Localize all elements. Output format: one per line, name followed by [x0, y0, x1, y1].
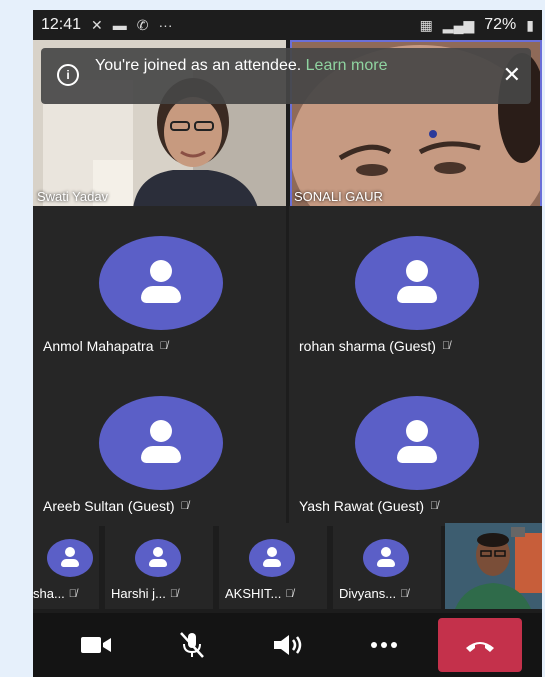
camera-icon	[81, 637, 111, 653]
status-time: 12:41	[41, 16, 82, 33]
speaker-icon	[274, 635, 302, 655]
participant-strip[interactable]: sha... 🎙̸ Harshi j... 🎙̸ AKSHIT... 🎙̸ Di…	[33, 523, 542, 609]
notice-text: You're joined as an attendee. Learn more	[95, 56, 495, 76]
participant-name-row: Areeb Sultan (Guest) 🎙̸	[43, 498, 189, 514]
participant-name: rohan sharma (Guest)	[299, 338, 436, 354]
tile-name-sonali: SONALI GAUR	[294, 189, 383, 204]
person-head	[406, 260, 428, 282]
person-head	[267, 547, 277, 557]
self-video-tile[interactable]	[445, 523, 542, 609]
avatar	[135, 539, 181, 577]
status-bar: 12:41 ✕ ▬ ✆ ··· ▦ ▂▄▆ 72% ▮	[33, 10, 542, 40]
person-head	[153, 547, 163, 557]
strip-name-row: sha... 🎙̸	[33, 586, 77, 601]
person-body	[397, 286, 437, 303]
mic-off-icon: 🎙̸	[430, 500, 439, 512]
participant-name: sha...	[33, 586, 65, 601]
self-video	[445, 523, 542, 609]
camera-button[interactable]	[65, 618, 127, 672]
call-icon: ✆	[136, 16, 149, 33]
tile-name-swati: Swati Yadav	[37, 189, 109, 204]
call-controls-bar	[33, 613, 542, 677]
participant-name: AKSHIT...	[225, 586, 282, 601]
person-body	[149, 559, 167, 567]
participant-name-row: rohan sharma (Guest) 🎙̸	[299, 338, 450, 354]
signal-icon: ▂▄▆	[442, 16, 475, 33]
strip-name-row: Divyans... 🎙̸	[339, 586, 408, 601]
status-right: ▦ ▂▄▆ 72% ▮	[420, 16, 534, 34]
more-dots-icon: ···	[158, 17, 173, 33]
participant-tile-rohan[interactable]: rohan sharma (Guest) 🎙̸	[289, 206, 542, 366]
participant-tile-areeb[interactable]: Areeb Sultan (Guest) 🎙̸	[33, 366, 286, 526]
avatar	[249, 539, 295, 577]
battery-level: 72%	[484, 16, 517, 33]
participant-name: Yash Rawat (Guest)	[299, 498, 425, 514]
participant-name-row: Yash Rawat (Guest) 🎙̸	[299, 498, 438, 514]
participant-name: Harshi j...	[111, 586, 166, 601]
avatar	[99, 396, 223, 490]
strip-tile-sha[interactable]: sha... 🎙̸	[33, 523, 99, 609]
person-body	[141, 286, 181, 303]
participant-tile-anmol[interactable]: Anmol Mahapatra 🎙̸	[33, 206, 286, 366]
strip-tile-harshi[interactable]: Harshi j... 🎙̸	[105, 523, 213, 609]
strip-name-row: AKSHIT... 🎙̸	[225, 586, 294, 601]
avatar	[355, 236, 479, 330]
person-head	[406, 420, 428, 442]
participant-tile-yash[interactable]: Yash Rawat (Guest) 🎙̸	[289, 366, 542, 526]
person-head	[150, 260, 172, 282]
mute-button[interactable]	[161, 618, 223, 672]
mic-off-icon: 🎙̸	[68, 587, 78, 600]
avatar	[47, 539, 93, 577]
mic-off-icon: 🎙̸	[180, 500, 189, 512]
person-body	[141, 446, 181, 463]
mic-off-icon: 🎙̸	[285, 587, 294, 600]
attendee-notice-banner: i You're joined as an attendee. Learn mo…	[41, 48, 531, 104]
participant-name: Areeb Sultan (Guest)	[43, 498, 175, 514]
mic-off-icon: 🎙̸	[159, 340, 168, 352]
person-body	[397, 446, 437, 463]
missed-call-icon: ✕	[91, 16, 103, 33]
strip-name-row: Harshi j... 🎙̸	[111, 586, 178, 601]
close-icon[interactable]: ✕	[503, 62, 521, 88]
avatar	[355, 396, 479, 490]
mic-off-icon: 🎙̸	[441, 340, 451, 352]
participant-name: Anmol Mahapatra	[43, 338, 154, 354]
more-icon	[371, 642, 397, 648]
end-call-button[interactable]	[438, 618, 522, 672]
volte-icon: ▦	[419, 16, 433, 33]
strip-tile-akshit[interactable]: AKSHIT... 🎙̸	[219, 523, 327, 609]
avatar	[99, 236, 223, 330]
battery-icon: ▮	[526, 16, 534, 33]
participant-name: Divyans...	[339, 586, 397, 601]
person-body	[377, 559, 395, 567]
person-head	[150, 420, 172, 442]
mic-off-icon: 🎙̸	[169, 587, 179, 600]
notice-message: You're joined as an attendee.	[95, 57, 306, 74]
person-body	[263, 559, 281, 567]
learn-more-link[interactable]: Learn more	[306, 57, 388, 74]
status-left: 12:41 ✕ ▬ ✆ ···	[41, 16, 173, 34]
mic-off-icon: 🎙̸	[400, 587, 409, 600]
more-options-button[interactable]	[353, 618, 415, 672]
mic-off-icon	[180, 632, 204, 658]
person-head	[65, 547, 75, 557]
person-head	[381, 547, 391, 557]
strip-tile-divyans[interactable]: Divyans... 🎙̸	[333, 523, 441, 609]
avatar	[363, 539, 409, 577]
gallery-icon: ▬	[112, 17, 127, 33]
person-body	[61, 559, 79, 567]
info-icon: i	[57, 64, 79, 86]
hang-up-icon	[466, 642, 494, 652]
participant-name-row: Anmol Mahapatra 🎙̸	[43, 338, 168, 354]
speaker-button[interactable]	[257, 618, 319, 672]
phone-screen: 12:41 ✕ ▬ ✆ ··· ▦ ▂▄▆ 72% ▮ Swati Yadav	[33, 10, 542, 677]
